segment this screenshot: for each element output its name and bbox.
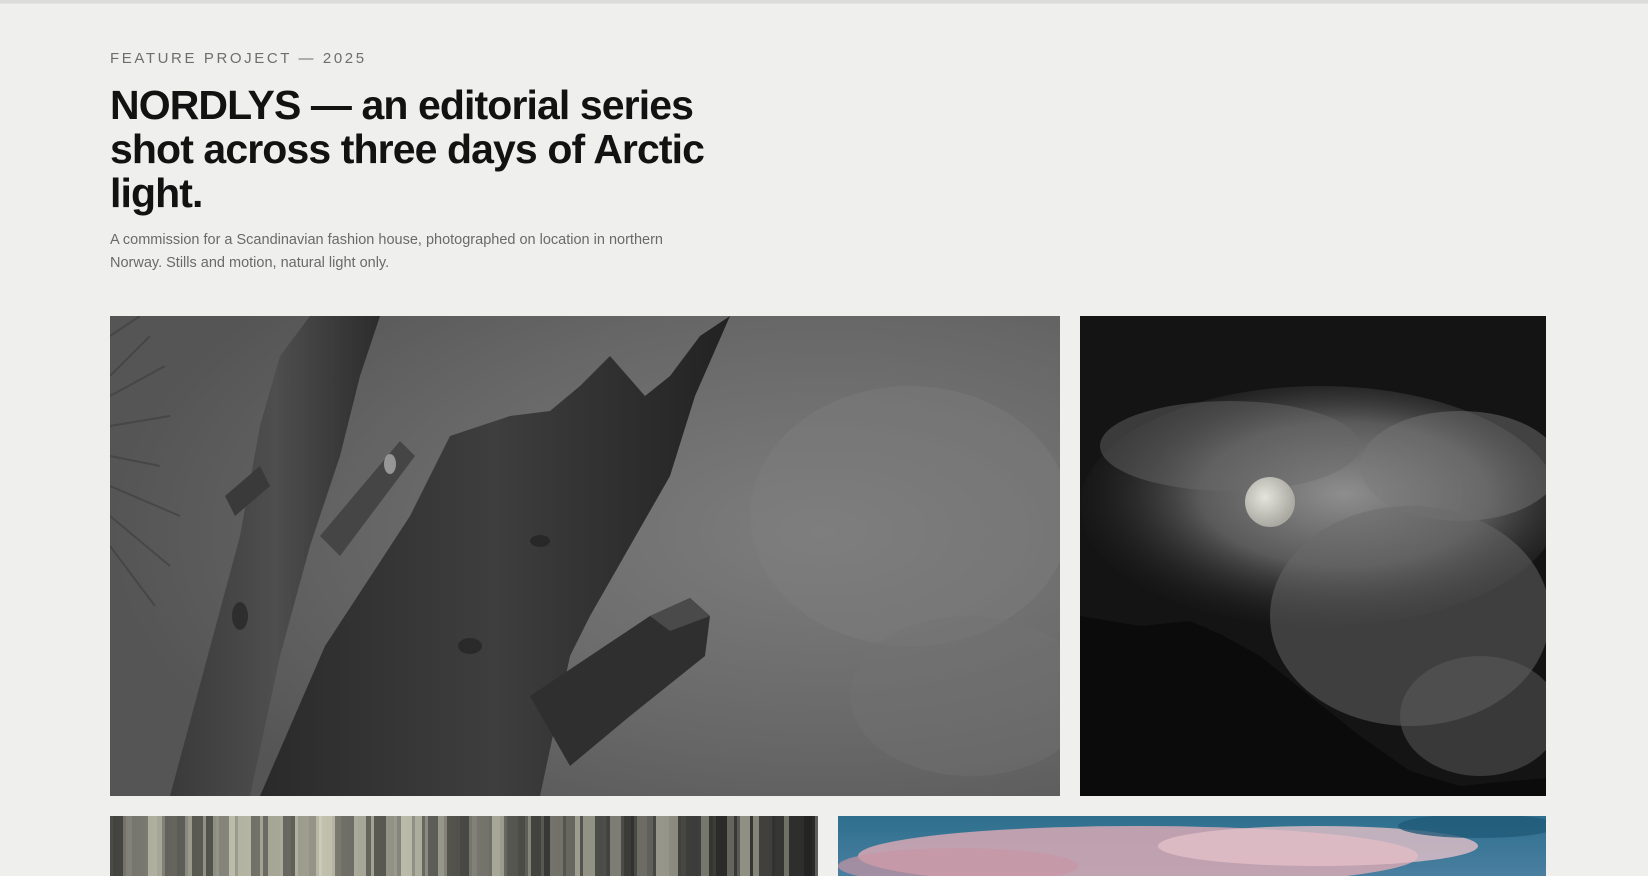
gallery-image-moon[interactable] xyxy=(1080,316,1546,796)
sunset-photo xyxy=(838,816,1546,876)
gallery-image-forest[interactable] xyxy=(110,816,818,876)
project-description: A commission for a Scandinavian fashion … xyxy=(110,232,663,271)
top-divider xyxy=(0,0,1648,4)
forest-photo xyxy=(110,816,818,876)
moon-photo xyxy=(1080,316,1546,796)
project-eyebrow: FEATURE PROJECT — 2025 xyxy=(110,50,367,67)
tree-photo xyxy=(110,316,1060,796)
project-title: NORDLYS — an editorial series shot acros… xyxy=(110,82,705,216)
gallery-image-sunset[interactable] xyxy=(838,816,1546,876)
gallery-image-tree[interactable] xyxy=(110,316,1060,796)
